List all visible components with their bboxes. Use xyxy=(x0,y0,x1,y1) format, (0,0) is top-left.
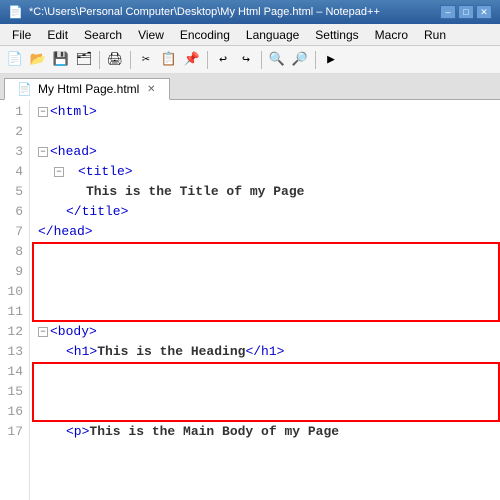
save-all-icon[interactable]: 🗂 xyxy=(73,49,95,71)
menu-encoding[interactable]: Encoding xyxy=(172,24,238,45)
heading-text: This is the Heading xyxy=(97,342,245,362)
tag-title-close: </title> xyxy=(66,202,128,222)
new-file-icon[interactable]: 📄 xyxy=(4,49,26,71)
tag-h1-open: <h1> xyxy=(66,342,97,362)
menu-settings[interactable]: Settings xyxy=(307,24,366,45)
collapse-12[interactable]: − xyxy=(38,327,48,337)
code-line-5: This is the Title of my Page xyxy=(38,182,492,202)
menu-search[interactable]: Search xyxy=(76,24,130,45)
collapse-1[interactable]: − xyxy=(38,107,48,117)
code-line-15 xyxy=(38,382,492,402)
tab-bar: 📄 My Html Page.html ✕ xyxy=(0,74,500,100)
menu-macro[interactable]: Macro xyxy=(367,24,416,45)
page-title-text: This is the Title of my Page xyxy=(86,182,304,202)
tag-title-open: <title> xyxy=(78,162,133,182)
code-line-11 xyxy=(38,302,492,322)
code-line-9 xyxy=(38,262,492,282)
tab-icon: 📄 xyxy=(17,82,32,96)
tag-p-open: <p> xyxy=(66,422,89,442)
code-line-7: </head> xyxy=(38,222,492,242)
tag-h1-close: </h1> xyxy=(245,342,284,362)
save-icon[interactable]: 💾 xyxy=(50,49,72,71)
tab-close-button[interactable]: ✕ xyxy=(145,83,157,95)
menu-bar: File Edit Search View Encoding Language … xyxy=(0,24,500,46)
title-bar: 📄 *C:\Users\Personal Computer\Desktop\My… xyxy=(0,0,500,24)
copy-icon[interactable]: 📋 xyxy=(158,49,180,71)
tab-label: My Html Page.html xyxy=(38,82,139,96)
tag-head-close: </head> xyxy=(38,222,93,242)
tag-head-open: <head> xyxy=(50,142,97,162)
body-text: This is the Main Body of my Page xyxy=(89,422,339,442)
app-icon: 📄 xyxy=(8,5,23,19)
editor-wrapper: 1 2 3 4 5 6 7 8 9 10 11 12 13 14 15 16 1… xyxy=(0,100,500,500)
menu-file[interactable]: File xyxy=(4,24,39,45)
menu-run[interactable]: Run xyxy=(416,24,454,45)
open-icon[interactable]: 📂 xyxy=(27,49,49,71)
window-controls: – □ ✕ xyxy=(440,5,492,19)
zoom-in-icon[interactable]: 🔎 xyxy=(289,49,311,71)
toolbar-sep-5 xyxy=(315,51,316,69)
collapse-4[interactable]: − xyxy=(54,167,64,177)
toolbar-sep-4 xyxy=(261,51,262,69)
menu-edit[interactable]: Edit xyxy=(39,24,76,45)
code-line-8 xyxy=(38,242,492,262)
code-line-6: </title> xyxy=(38,202,492,222)
code-line-1: − <html> xyxy=(38,102,492,122)
menu-view[interactable]: View xyxy=(130,24,172,45)
menu-language[interactable]: Language xyxy=(238,24,307,45)
maximize-button[interactable]: □ xyxy=(458,5,474,19)
redo-icon[interactable]: ↪ xyxy=(235,49,257,71)
print-icon[interactable]: 🖨 xyxy=(104,49,126,71)
toolbar-sep-3 xyxy=(207,51,208,69)
code-line-17: <p>This is the Main Body of my Page xyxy=(38,422,492,442)
code-line-3: − <head> xyxy=(38,142,492,162)
tag-body-open: <body> xyxy=(50,322,97,342)
paste-icon[interactable]: 📌 xyxy=(181,49,203,71)
run-icon[interactable]: ▶ xyxy=(320,49,342,71)
toolbar-sep-2 xyxy=(130,51,131,69)
code-line-16 xyxy=(38,402,492,422)
toolbar-sep-1 xyxy=(99,51,100,69)
window-title: *C:\Users\Personal Computer\Desktop\My H… xyxy=(29,6,434,18)
cut-icon[interactable]: ✂ xyxy=(135,49,157,71)
toolbar: 📄 📂 💾 🗂 🖨 ✂ 📋 📌 ↩ ↪ 🔍 🔎 ▶ xyxy=(0,46,500,74)
minimize-button[interactable]: – xyxy=(440,5,456,19)
code-area[interactable]: − <html> − <head> − <title> This is the … xyxy=(30,100,500,500)
code-line-13: <h1>This is the Heading</h1> xyxy=(38,342,492,362)
line-numbers: 1 2 3 4 5 6 7 8 9 10 11 12 13 14 15 16 1… xyxy=(0,100,30,500)
close-button[interactable]: ✕ xyxy=(476,5,492,19)
code-line-10 xyxy=(38,282,492,302)
code-line-14 xyxy=(38,362,492,382)
tab-html-file[interactable]: 📄 My Html Page.html ✕ xyxy=(4,78,170,100)
code-line-4: − <title> xyxy=(38,162,492,182)
undo-icon[interactable]: ↩ xyxy=(212,49,234,71)
tag-html-open: <html> xyxy=(50,102,97,122)
code-line-2 xyxy=(38,122,492,142)
code-line-12: − <body> xyxy=(38,322,492,342)
editor[interactable]: 1 2 3 4 5 6 7 8 9 10 11 12 13 14 15 16 1… xyxy=(0,100,500,500)
find-icon[interactable]: 🔍 xyxy=(266,49,288,71)
collapse-3[interactable]: − xyxy=(38,147,48,157)
